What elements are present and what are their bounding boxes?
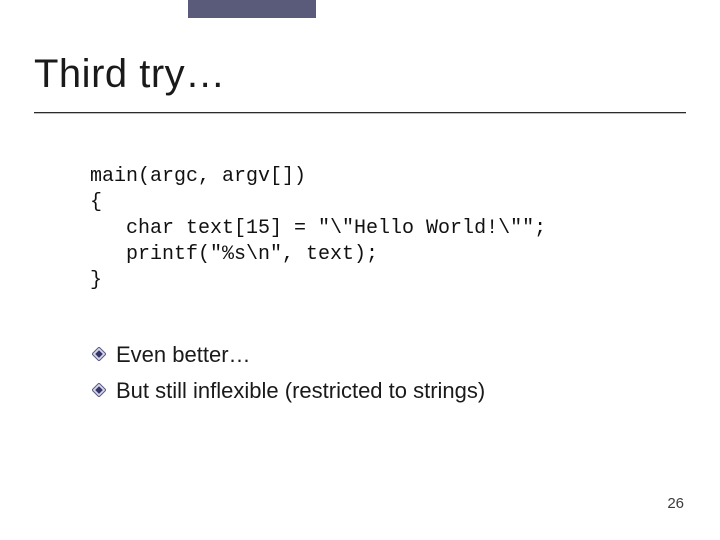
page-title: Third try… [34,52,686,97]
code-line-5: } [90,269,102,292]
title-area: Third try… [34,52,686,97]
bullet-list: Even better… But still inflexible (restr… [92,340,680,411]
code-block: main(argc, argv[]) { char text[15] = "\"… [90,164,546,294]
list-item: Even better… [92,340,680,370]
code-line-1: main(argc, argv[]) [90,165,306,188]
bullet-text: Even better… [116,340,251,370]
list-item: But still inflexible (restricted to stri… [92,376,680,406]
title-underline [34,112,686,113]
bullet-text: But still inflexible (restricted to stri… [116,376,485,406]
slide-body: Third try… main(argc, argv[]) { char tex… [0,0,720,540]
code-line-4: printf("%s\n", text); [90,243,378,266]
page-number: 26 [667,495,684,512]
code-line-2: { [90,191,102,214]
code-line-3: char text[15] = "\"Hello World!\""; [90,217,546,240]
diamond-bullet-icon [92,383,106,397]
diamond-bullet-icon [92,347,106,361]
